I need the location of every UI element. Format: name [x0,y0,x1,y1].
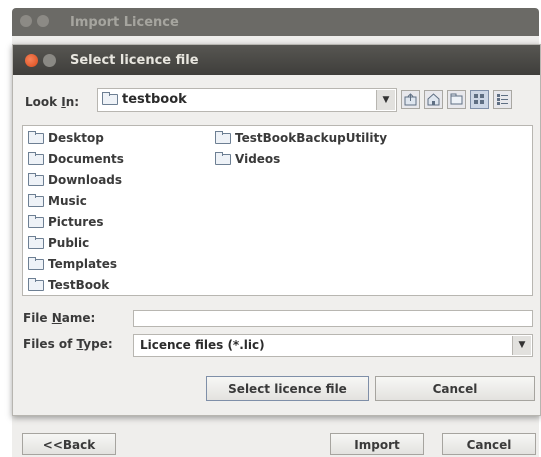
list-item-label: Videos [235,152,281,166]
new-folder-icon [450,93,463,105]
files-of-type-label-text-end: ype: [83,337,113,351]
up-folder-icon [404,93,417,106]
dialog-titlebar: Select licence file [13,45,540,75]
import-button[interactable]: Import [330,433,424,455]
list-item-label: Downloads [48,173,123,187]
background-window-title: Import Licence [70,15,179,30]
files-of-type-label: Files of Type: [23,337,113,351]
new-folder-button[interactable] [447,90,466,109]
home-button[interactable] [424,90,443,109]
file-name-label-text-end: ame: [61,311,96,325]
list-item-label: Public [48,236,90,250]
look-in-value: testbook [122,92,187,107]
minimize-icon[interactable] [43,54,56,67]
close-icon[interactable] [25,54,38,67]
list-view-button[interactable] [470,90,489,109]
file-name-input[interactable] [133,310,533,327]
files-of-type-value: Licence files (*.lic) [140,338,265,352]
wizard-cancel-button[interactable]: Cancel [442,433,536,455]
background-minimize-icon[interactable] [37,15,49,27]
folder-icon [102,92,118,105]
list-item-label: Templates [48,257,118,271]
list-item-label: Desktop [48,131,104,145]
details-view-icon [497,94,508,105]
folder-icon [28,173,44,186]
list-view-icon [474,94,484,104]
look-in-label: Look In: [25,95,79,109]
files-of-type-combo[interactable]: Licence files (*.lic) ▼ [133,334,533,357]
folder-icon [28,194,44,207]
look-in-label-text-end: n: [65,95,80,109]
list-item-label: TestBook [48,278,110,292]
look-in-combo[interactable]: testbook ▼ [97,88,397,112]
details-view-button[interactable] [493,90,512,109]
file-name-mnemonic: N [51,311,62,325]
file-name-label: File Name: [23,311,95,325]
file-name-label-text: File [23,311,52,325]
list-item-label: Music [48,194,87,208]
dialog-title: Select licence file [70,53,199,68]
list-item-label: Documents [48,152,124,166]
select-licence-file-button[interactable]: Select licence file [206,376,369,401]
up-one-level-button[interactable] [401,90,420,109]
file-list[interactable]: Desktop Documents Downloads Music Pictur… [22,125,533,296]
list-item-label: Pictures [48,215,104,229]
chevron-down-icon[interactable]: ▼ [512,336,531,355]
back-button[interactable]: <<Back [22,433,116,455]
list-item-label: TestBookBackupUtility [235,131,388,145]
folder-icon [28,152,44,165]
folder-icon [28,278,44,291]
look-in-label-text: Look [25,95,62,109]
folder-icon [28,215,44,228]
folder-icon [28,131,44,144]
home-icon [427,93,440,106]
select-licence-file-dialog: Select licence file Look In: testbook ▼ … [12,44,541,416]
folder-icon [28,236,44,249]
background-close-icon[interactable] [20,15,32,27]
folder-icon [28,257,44,270]
files-of-type-label-text: Files of [23,337,77,351]
folder-icon [215,152,231,165]
cancel-button[interactable]: Cancel [375,376,535,401]
chevron-down-icon[interactable]: ▼ [376,90,395,110]
folder-icon [215,131,231,144]
